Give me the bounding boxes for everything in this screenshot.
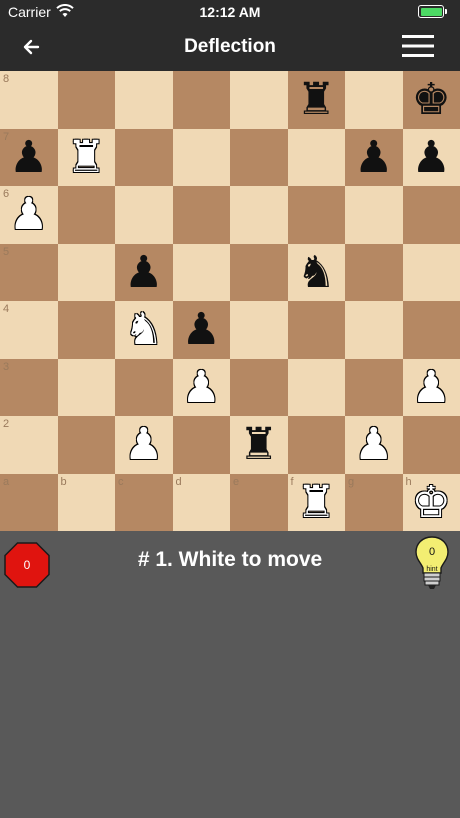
square-b4[interactable]: [57, 301, 115, 359]
white-pawn-icon[interactable]: ♟: [403, 359, 460, 417]
white-knight-icon[interactable]: ♞: [115, 301, 173, 359]
square-b6[interactable]: [57, 186, 115, 244]
black-knight-icon[interactable]: ♞: [288, 244, 346, 302]
white-pawn-icon[interactable]: ♟: [345, 416, 403, 474]
square-b2[interactable]: [57, 416, 115, 474]
square-e3[interactable]: [230, 358, 288, 416]
nav-bar: Deflection: [0, 24, 460, 71]
status-bar: Carrier 12:12 AM: [0, 0, 460, 24]
black-pawn-icon[interactable]: ♟: [0, 129, 58, 187]
square-g4[interactable]: [345, 301, 403, 359]
square-c6[interactable]: [115, 186, 173, 244]
square-h6[interactable]: [402, 186, 460, 244]
square-h4[interactable]: [402, 301, 460, 359]
square-e8[interactable]: [230, 71, 288, 129]
puzzle-info-bar: 0 # 1. White to move 0 hint: [0, 531, 460, 591]
square-d5[interactable]: [172, 243, 230, 301]
file-label: d: [175, 475, 182, 488]
square-e4[interactable]: [230, 301, 288, 359]
file-label: a: [3, 475, 10, 488]
rank-label: 8: [3, 73, 10, 85]
puzzle-prompt: # 1. White to move: [137, 548, 323, 571]
hint-count: 0: [429, 546, 435, 558]
file-label: b: [60, 475, 67, 488]
white-pawn-icon[interactable]: ♟: [115, 416, 173, 474]
square-b5[interactable]: [57, 243, 115, 301]
square-f2[interactable]: [287, 416, 345, 474]
square-c3[interactable]: [115, 358, 173, 416]
black-pawn-icon[interactable]: ♟: [345, 129, 403, 187]
black-pawn-icon[interactable]: ♟: [403, 129, 460, 187]
rank-label: 5: [3, 245, 10, 258]
white-rook-icon[interactable]: ♜: [58, 129, 116, 187]
square-f3[interactable]: [287, 358, 345, 416]
black-king-icon[interactable]: ♚: [403, 71, 460, 129]
square-g6[interactable]: [345, 186, 403, 244]
black-rook-icon[interactable]: ♜: [230, 416, 288, 474]
square-f7[interactable]: [287, 128, 345, 186]
square-h2[interactable]: [402, 416, 460, 474]
square-g8[interactable]: [345, 71, 403, 129]
square-d8[interactable]: [172, 71, 230, 129]
rank-label: 2: [3, 418, 10, 430]
square-e7[interactable]: [230, 128, 288, 186]
chess-board[interactable]: 8 7 6 5 4 3 2 a b c d e f g h ♜ ♚ ♟ ♜ ♟ ♟ ♟ ♟ ♞ ♞ ♟ ♟ ♟ ♟ ♜ ♟ ♜ ♚: [0, 71, 460, 531]
black-pawn-icon[interactable]: ♟: [173, 301, 231, 359]
rank-label: 3: [3, 360, 10, 373]
square-f6[interactable]: [287, 186, 345, 244]
square-e5[interactable]: [230, 243, 288, 301]
clock: 12:12 AM: [199, 4, 261, 20]
hamburger-menu-icon[interactable]: [402, 34, 434, 58]
square-g3[interactable]: [345, 358, 403, 416]
hint-bulb-icon[interactable]: 0 hint: [413, 535, 451, 591]
square-c8[interactable]: [115, 71, 173, 129]
square-g5[interactable]: [345, 243, 403, 301]
white-king-icon[interactable]: ♚: [403, 474, 460, 532]
square-h5[interactable]: [402, 243, 460, 301]
square-f4[interactable]: [287, 301, 345, 359]
square-b3[interactable]: [57, 358, 115, 416]
file-label: c: [118, 475, 124, 488]
square-e6[interactable]: [230, 186, 288, 244]
white-pawn-icon[interactable]: ♟: [173, 359, 231, 417]
square-d7[interactable]: [172, 128, 230, 186]
hint-label: hint: [426, 566, 437, 573]
square-d6[interactable]: [172, 186, 230, 244]
square-d2[interactable]: [172, 416, 230, 474]
file-label: g: [348, 475, 355, 488]
battery-icon: [418, 5, 447, 18]
square-c7[interactable]: [115, 128, 173, 186]
black-rook-icon[interactable]: ♜: [288, 71, 346, 129]
white-pawn-icon[interactable]: ♟: [0, 186, 58, 244]
black-pawn-icon[interactable]: ♟: [115, 244, 173, 302]
rank-label: 4: [3, 303, 10, 315]
file-label: e: [233, 475, 240, 488]
white-rook-icon[interactable]: ♜: [288, 474, 346, 532]
page-title: Deflection: [184, 36, 276, 57]
square-b8[interactable]: [57, 71, 115, 129]
